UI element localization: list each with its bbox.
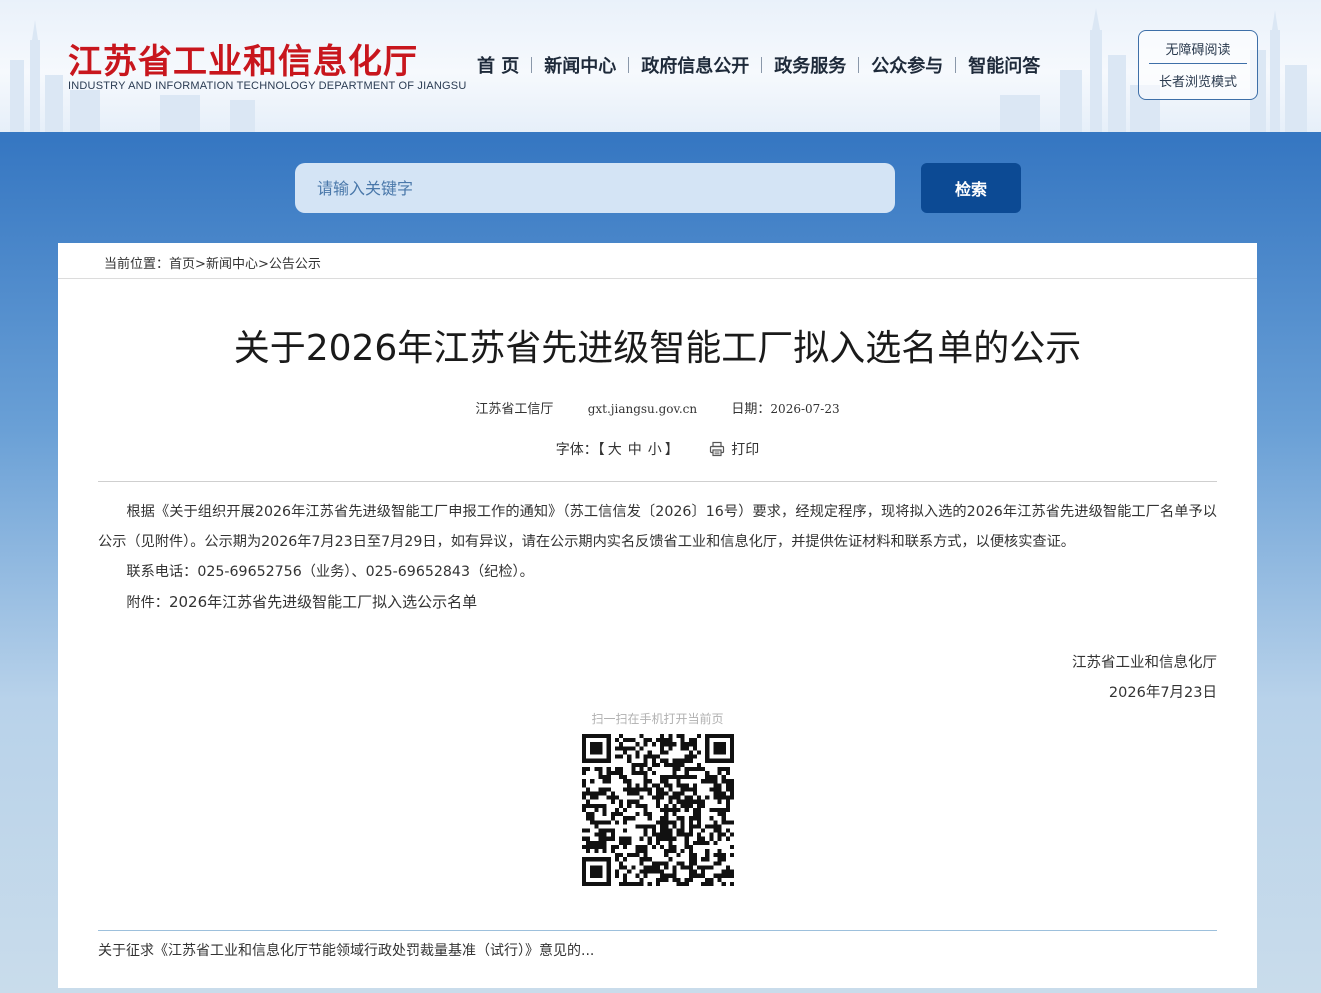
font-size-large-button[interactable]: 大: [608, 442, 622, 458]
site-logo-title[interactable]: 江苏省工业和信息化厅: [68, 34, 418, 83]
nav-home[interactable]: 首 页: [468, 52, 528, 78]
nav-separator: [531, 57, 533, 73]
breadcrumb-bar: 当前位置：首页>新闻中心>公告公示: [58, 243, 1257, 279]
article-title: 关于2026年江苏省先进级智能工厂拟入选名单的公示: [233, 328, 1082, 369]
article-date-label: 日期：: [731, 402, 771, 417]
breadcrumb-home[interactable]: 首页: [169, 257, 195, 272]
article-date: 2026-07-23: [770, 402, 840, 416]
breadcrumb-current[interactable]: 公告公示: [269, 257, 321, 272]
sign-date: 2026年7月23日: [1108, 685, 1217, 701]
article-site: gxt.jiangsu.gov.cn: [587, 402, 698, 416]
breadcrumb: 当前位置：首页>新闻中心>公告公示: [104, 253, 321, 272]
print-button[interactable]: 打印: [709, 441, 760, 458]
nav-gov-services[interactable]: 政务服务: [765, 52, 855, 78]
article-tools: 字体：【大中小】 打印: [58, 439, 1257, 459]
attachment-link[interactable]: 2026年江苏省先进级智能工厂拟入选公示名单: [169, 593, 477, 611]
article-body: 根据《关于组织开展2026年江苏省先进级智能工厂申报工作的通知》（苏工信信发〔2…: [98, 497, 1217, 618]
reading-mode-box: 无障碍阅读 长者浏览模式: [1138, 30, 1258, 100]
nav-separator: [955, 57, 957, 73]
nav-gov-info-disclosure[interactable]: 政府信息公开: [632, 52, 758, 78]
nav-separator: [628, 57, 630, 73]
article-attachment: 附件：2026年江苏省先进级智能工厂拟入选公示名单: [98, 587, 1217, 618]
attachment-label: 附件：: [126, 595, 169, 611]
printer-icon: [710, 441, 725, 457]
print-label: 打印: [731, 442, 760, 458]
related-article-link[interactable]: 关于征求《江苏省工业和信息化厅节能领域行政处罚裁量基准（试行）》意见的...: [98, 940, 594, 960]
site-logo-subtitle: INDUSTRY AND INFORMATION TECHNOLOGY DEPA…: [68, 80, 467, 92]
article-contact: 联系电话：025-69652756（业务）、025-69652843（纪检）。: [126, 564, 534, 580]
font-size-bracket: 】: [664, 442, 679, 458]
content-divider: [98, 481, 1217, 482]
elder-mode-button[interactable]: 长者浏览模式: [1139, 71, 1257, 90]
search-input[interactable]: [295, 163, 895, 213]
breadcrumb-news-center[interactable]: 新闻中心: [206, 257, 258, 272]
article-signature: 江苏省工业和信息化厅 2026年7月23日: [1072, 648, 1217, 708]
breadcrumb-separator: >: [257, 257, 269, 272]
mode-divider: [1149, 63, 1247, 64]
accessible-reading-button[interactable]: 无障碍阅读: [1139, 39, 1257, 58]
article-paragraph: 根据《关于组织开展2026年江苏省先进级智能工厂申报工作的通知》（苏工信信发〔2…: [98, 504, 1217, 550]
font-size-small-button[interactable]: 小: [648, 442, 662, 458]
nav-separator: [858, 57, 860, 73]
nav-separator: [761, 57, 763, 73]
nav-public-participation[interactable]: 公众参与: [862, 52, 952, 78]
qr-code: [582, 734, 734, 886]
qr-caption: 扫一扫在手机打开当前页: [591, 712, 724, 726]
breadcrumb-prefix: 当前位置：: [104, 257, 170, 272]
main-nav: 首 页 新闻中心 政府信息公开 政务服务 公众参与 智能问答: [468, 52, 1049, 78]
nav-news-center[interactable]: 新闻中心: [535, 52, 625, 78]
breadcrumb-separator: >: [195, 257, 206, 272]
font-size-label: 字体：【: [555, 442, 605, 458]
site-header: 江苏省工业和信息化厅 INDUSTRY AND INFORMATION TECH…: [0, 0, 1321, 132]
signer: 江苏省工业和信息化厅: [1072, 655, 1217, 671]
font-size-medium-button[interactable]: 中: [628, 442, 642, 458]
search-button[interactable]: 检索: [921, 163, 1021, 213]
article-panel: 当前位置：首页>新闻中心>公告公示 关于2026年江苏省先进级智能工厂拟入选名单…: [58, 243, 1257, 988]
nav-smart-qa[interactable]: 智能问答: [959, 52, 1049, 78]
article-meta: 江苏省工信厅 gxt.jiangsu.gov.cn 日期：2026-07-23: [58, 398, 1257, 417]
article-source: 江苏省工信厅: [475, 402, 554, 417]
related-divider: [98, 930, 1217, 931]
